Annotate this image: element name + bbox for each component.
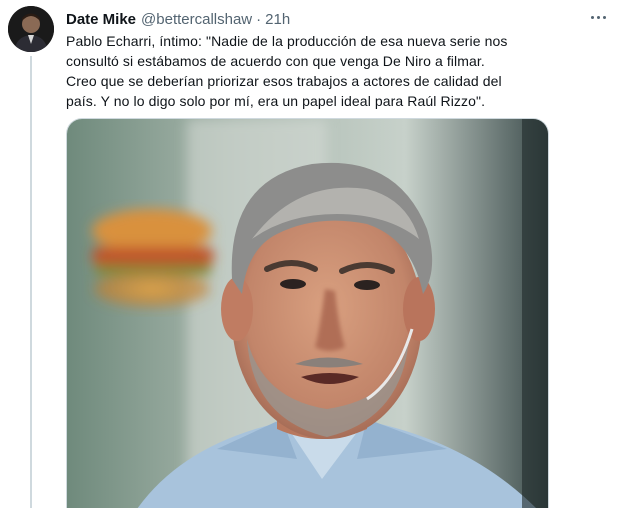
author-handle[interactable]: @bettercallshaw <box>141 11 252 28</box>
author-name[interactable]: Date Mike <box>66 11 136 28</box>
tweet-photo[interactable] <box>66 118 549 508</box>
more-horizontal-icon[interactable] <box>587 6 609 28</box>
tweet-header: Date Mike @bettercallshaw · 21h <box>66 8 609 30</box>
thread-line <box>30 56 32 508</box>
separator-dot: · <box>256 10 262 28</box>
tweet[interactable]: Date Mike @bettercallshaw · 21h Pablo Ec… <box>0 0 629 508</box>
tweet-text: Pablo Echarri, íntimo: "Nadie de la prod… <box>66 33 508 109</box>
author-avatar[interactable] <box>8 6 54 52</box>
tweet-time[interactable]: 21h <box>265 11 290 28</box>
